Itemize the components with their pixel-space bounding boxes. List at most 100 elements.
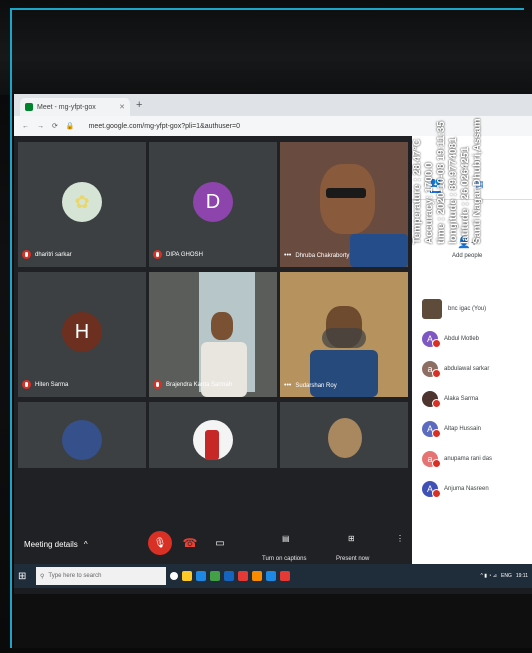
cortana-icon[interactable] [170,572,178,580]
list-item[interactable]: a abdulawal sarkar [422,356,530,382]
participant-grid: ✿ dharitri sarkar D DIPA GHOSH ••• Dhruba… [14,136,412,524]
search-placeholder: Type here to search [48,573,102,579]
avatar-letter [205,430,219,460]
phone-hangup-icon: ☎ [182,536,198,550]
url-field[interactable]: meet.google.com/mg-yfpt-gox?pli=1&authus… [89,123,240,130]
search-icon: ⚲ [40,573,45,580]
participant-tile[interactable] [18,402,146,468]
mic-off-icon [432,369,441,378]
person-name: Anjuma Nasreen [444,486,489,492]
avatar [422,299,442,319]
avatar: a [422,361,441,378]
mic-off-icon [432,459,441,468]
participant-name: DIPA GHOSH [166,251,203,258]
participant-tile[interactable]: D DIPA GHOSH [149,142,277,267]
participant-tile[interactable]: Brajendra Kanta Sarmah [149,272,277,397]
new-tab-icon[interactable]: + [136,99,142,111]
word-icon[interactable] [224,571,234,581]
person-name: bnc igac (You) [448,306,487,312]
more-options-icon[interactable]: ⋮ [396,534,404,543]
mic-off-icon [432,489,441,498]
list-item[interactable]: A Anjuma Nasreen [422,476,530,502]
taskbar-search[interactable]: ⚲ Type here to search [36,567,166,585]
app-icon[interactable] [210,571,220,581]
tray-icons[interactable]: ^ ▮ ◔ ⊿ [481,573,497,579]
meet-favicon-icon [25,103,33,111]
windows-taskbar: ⊞ ⚲ Type here to search ^ ▮ ◔ ⊿ ENG 19:1… [14,564,532,588]
video-face [320,164,375,234]
shirt [310,350,378,397]
avatar: a [422,451,441,468]
chrome-icon[interactable] [280,571,290,581]
windows-start-icon[interactable]: ⊞ [18,571,32,582]
avatar: A [422,481,441,498]
avatar: D [193,182,233,222]
browser-tabbar: Meet - mg-yfpt-gox ✕ + [14,94,532,116]
overlay-longitude: longitude : 89.9774081 [448,137,459,244]
system-tray: ^ ▮ ◔ ⊿ ENG 19:11 [481,573,532,579]
avatar: A [422,331,441,348]
mic-toggle-button[interactable]: 🎙 [148,531,172,555]
app-icon[interactable] [252,571,262,581]
present-now-button[interactable]: Present now [336,556,369,562]
app-icon[interactable] [266,571,276,581]
participant-name: dharitri sarkar [35,251,72,258]
add-people-label: Add people [452,253,483,259]
meeting-details-button[interactable]: Meeting details ^ [24,540,88,549]
tab-title: Meet - mg-yfpt-gox [37,103,96,111]
list-item[interactable]: A Abdul Motleb [422,326,530,352]
app-icon[interactable] [238,571,248,581]
avatar: A [422,421,441,438]
mic-off-icon [432,339,441,348]
captions-icon: ▤ [282,534,290,543]
person-name: abdulawal sarkar [444,366,490,372]
forward-icon[interactable]: → [37,123,44,130]
flower-icon: ✿ [74,191,90,212]
language-indicator[interactable]: ENG [501,573,512,579]
list-item[interactable]: Alaka Sarma [422,386,530,412]
list-item[interactable]: A Altap Hussain [422,416,530,442]
participant-name: Sudarshan Roy [295,382,337,389]
gps-overlay: Temperature : 28.47°C Accuracy: 1700.0 t… [412,118,484,244]
person-name: Altap Hussain [444,426,482,432]
reload-icon[interactable]: ⟳ [52,122,58,130]
overlay-latitude: latitude : 26.0264251 [460,146,471,244]
mic-off-icon [432,399,441,408]
monitor-bezel [14,594,532,648]
overlay-temperature: Temperature : 28.47°C [412,139,423,244]
mic-off-icon [153,250,162,259]
clock[interactable]: 19:11 [516,573,528,579]
participant-tile[interactable]: ••• Sudarshan Roy [280,272,408,397]
present-icon: ⊞ [348,534,355,543]
camera-toggle-button[interactable]: ▭ [208,531,232,555]
video-face [211,312,233,340]
participant-tile[interactable]: ••• Dhruba Chakraborty [280,142,408,267]
pin-controls[interactable] [322,328,366,348]
participant-tile[interactable]: ✿ dharitri sarkar [18,142,146,267]
mic-off-icon [22,250,31,259]
more-dots-icon[interactable]: ••• [284,252,291,259]
mic-off-icon [153,380,162,389]
file-explorer-icon[interactable] [182,571,192,581]
leave-call-button[interactable]: ☎ [178,531,202,555]
avatar [62,420,102,460]
person-name: anupama rani das [444,456,493,462]
list-item[interactable]: a anupama rani das [422,446,530,472]
close-icon[interactable]: ✕ [119,103,125,111]
participant-tile[interactable] [149,402,277,468]
more-dots-icon[interactable]: ••• [284,382,291,389]
avatar: ✿ [62,182,102,222]
glasses [326,188,366,198]
browser-tab[interactable]: Meet - mg-yfpt-gox ✕ [20,98,130,116]
list-item[interactable]: bnc igac (You) [422,296,530,322]
person-name: Alaka Sarma [444,396,479,402]
overlay-time: time : 2020-10-08 19:11:35 [436,121,447,244]
mic-off-icon [432,429,441,438]
participant-tile[interactable]: H Hiten Sarma [18,272,146,397]
participant-tile[interactable] [280,402,408,468]
edge-icon[interactable] [196,571,206,581]
captions-button[interactable]: Turn on captions [262,556,306,562]
avatar: H [62,312,102,352]
overlay-address: Santi Nagar,Dhubri,Assam [472,118,483,244]
back-icon[interactable]: ← [22,123,29,130]
